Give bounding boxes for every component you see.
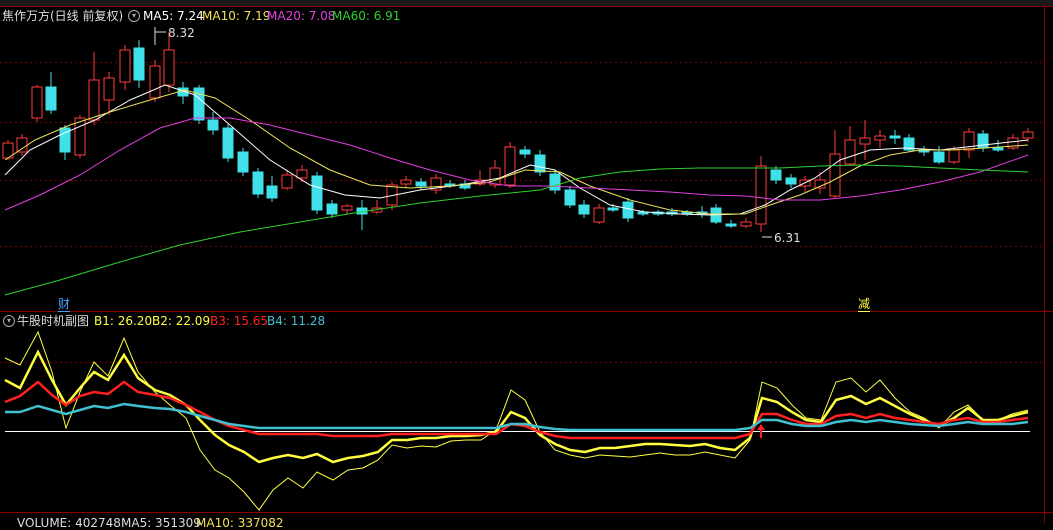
candle-up (400, 179, 412, 185)
subchart-title[interactable]: 牛股时机副图 (17, 314, 89, 328)
candle-down (622, 201, 634, 219)
stock-chart[interactable] (0, 0, 1053, 523)
candle-up (296, 169, 308, 179)
candle-up (593, 207, 605, 223)
candle-up (31, 86, 43, 119)
candle-up (504, 146, 516, 186)
financial-marker[interactable]: 财 (58, 297, 71, 312)
b1-label: B1: 26.20 (94, 314, 153, 328)
stock-title[interactable]: 焦作万方(日线 前复权) (2, 9, 123, 23)
b4-line (5, 402, 1029, 432)
candle-down (237, 151, 249, 173)
settings-icon[interactable]: ▾ (128, 10, 140, 22)
candle-up (341, 205, 353, 211)
ma5-line (4, 84, 1029, 216)
candle-down (519, 149, 531, 155)
candle-up (1022, 131, 1034, 139)
high-price-label: 8.32 (168, 26, 195, 40)
candle-up (844, 139, 856, 165)
candle-down (607, 207, 619, 211)
candle-down (564, 189, 576, 206)
candle-down (785, 177, 797, 185)
ma5-label: MA5: 7.24 (143, 9, 204, 23)
candle-down (311, 175, 323, 211)
candle-up (281, 174, 293, 189)
candle-up (874, 135, 886, 141)
b2-label: B2: 22.09 (152, 314, 211, 328)
candle-down (992, 147, 1004, 151)
ma10-line (4, 89, 1029, 215)
candle-up (829, 153, 841, 197)
candle-down (252, 171, 264, 195)
candle-down (326, 203, 338, 215)
candle-up (740, 221, 752, 227)
ma60-line (4, 164, 1029, 296)
ma20-label: MA20: 7.08 (267, 9, 336, 23)
candle-up (119, 49, 131, 83)
candle-up (88, 79, 100, 121)
candle-up (755, 165, 767, 225)
ma20-line (4, 117, 1029, 211)
candle-up (149, 65, 161, 99)
candle-up (859, 137, 871, 145)
candle-down (415, 181, 427, 187)
reduction-marker[interactable]: 减 (858, 297, 871, 312)
volume-ma5-label: MA5: 351309 (121, 516, 201, 530)
subchart-settings-icon[interactable]: ▾ (3, 315, 15, 327)
candle-up (163, 49, 175, 86)
candle-down (889, 135, 901, 139)
ma10-label: MA10: 7.19 (202, 9, 271, 23)
candle-down (45, 86, 57, 111)
buy-signal-arrow (757, 424, 765, 430)
ma60-label: MA60: 6.91 (332, 9, 401, 23)
candle-down (725, 223, 737, 227)
candle-down (770, 169, 782, 181)
b4-label: B4: 11.28 (267, 314, 326, 328)
candle-up (74, 117, 86, 156)
candle-down (222, 127, 234, 159)
candle-up (948, 149, 960, 163)
candle-up (103, 77, 115, 101)
volume-ma10-label: MA10: 337082 (196, 516, 284, 530)
b3-label: B3: 15.65 (210, 314, 269, 328)
low-price-label: 6.31 (774, 231, 801, 245)
volume-label: VOLUME: 402748 (17, 516, 121, 530)
candle-down (933, 151, 945, 163)
candle-down (207, 119, 219, 131)
candle-down (266, 185, 278, 199)
candle-down (534, 154, 546, 173)
candle-up (16, 137, 28, 153)
candle-down (133, 47, 145, 81)
candle-up (489, 167, 501, 186)
candle-down (578, 204, 590, 215)
candle-down (549, 173, 561, 191)
